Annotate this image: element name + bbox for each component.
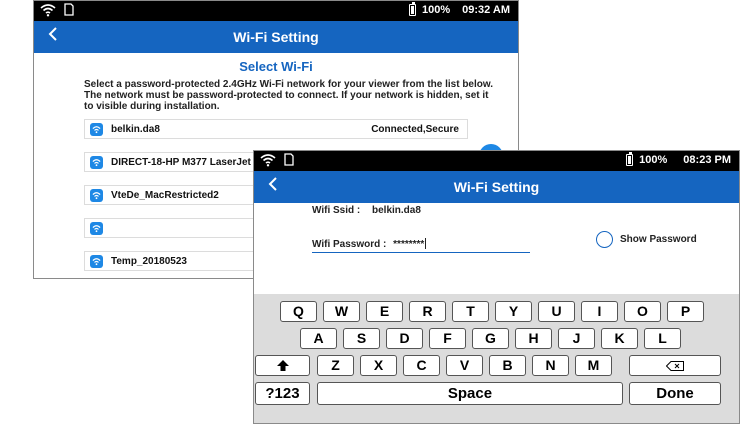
key-f[interactable]: F xyxy=(429,328,466,349)
key-y[interactable]: Y xyxy=(495,301,532,322)
password-underline xyxy=(312,252,530,253)
text-cursor xyxy=(425,238,427,249)
show-password-label[interactable]: Show Password xyxy=(620,234,697,245)
key-i[interactable]: I xyxy=(581,301,618,322)
key-j[interactable]: J xyxy=(558,328,595,349)
battery-icon xyxy=(626,152,634,166)
key-z[interactable]: Z xyxy=(317,355,354,376)
backspace-icon xyxy=(665,361,684,371)
ssid-label: Wifi Ssid : xyxy=(312,205,361,216)
onscreen-keyboard: Q W E R T Y U I O P A S D F G H J K L Z … xyxy=(254,294,739,423)
key-n[interactable]: N xyxy=(532,355,569,376)
wifi-password-screen: 100% 08:23 PM Wi-Fi Setting Wifi Ssid : … xyxy=(253,150,740,424)
key-v[interactable]: V xyxy=(446,355,483,376)
key-l[interactable]: L xyxy=(644,328,681,349)
clock: 08:23 PM xyxy=(683,154,731,166)
network-name: belkin.da8 xyxy=(111,124,160,135)
wifi-signal-icon xyxy=(260,153,276,170)
password-field[interactable]: Wifi Password : ******** xyxy=(312,238,427,250)
battery-icon xyxy=(408,2,416,16)
key-m[interactable]: M xyxy=(575,355,612,376)
key-b[interactable]: B xyxy=(489,355,526,376)
key-a[interactable]: A xyxy=(300,328,337,349)
show-password-radio[interactable] xyxy=(596,231,613,248)
wifi-icon xyxy=(90,255,103,268)
space-key[interactable]: Space xyxy=(317,382,623,405)
app-bar: Wi-Fi Setting xyxy=(254,171,739,203)
password-value: ******** xyxy=(393,239,425,250)
key-c[interactable]: C xyxy=(403,355,440,376)
key-u[interactable]: U xyxy=(538,301,575,322)
password-label: Wifi Password : xyxy=(312,239,387,250)
key-w[interactable]: W xyxy=(323,301,360,322)
key-r[interactable]: R xyxy=(409,301,446,322)
key-t[interactable]: T xyxy=(452,301,489,322)
status-bar: 100% 09:32 AM xyxy=(34,1,518,21)
backspace-key[interactable] xyxy=(629,355,721,376)
status-bar: 100% 08:23 PM xyxy=(254,151,739,171)
network-name: DIRECT-18-HP M377 LaserJet xyxy=(111,157,251,168)
instructions-text: Select a password-protected 2.4GHz Wi-Fi… xyxy=(84,79,494,112)
done-key[interactable]: Done xyxy=(629,382,721,405)
battery-percent: 100% xyxy=(421,4,451,16)
sd-card-icon xyxy=(64,3,74,19)
numbers-key[interactable]: ?123 xyxy=(255,382,310,405)
section-heading: Select Wi-Fi xyxy=(239,59,313,74)
wifi-icon xyxy=(90,222,103,235)
key-h[interactable]: H xyxy=(515,328,552,349)
wifi-icon xyxy=(90,156,103,169)
key-p[interactable]: P xyxy=(667,301,704,322)
wifi-icon xyxy=(90,189,103,202)
wifi-icon xyxy=(90,123,103,136)
key-x[interactable]: X xyxy=(360,355,397,376)
network-status: Connected,Secure xyxy=(371,124,459,135)
network-item[interactable]: belkin.da8 Connected,Secure xyxy=(84,119,468,139)
ssid-value: belkin.da8 xyxy=(372,205,421,216)
key-d[interactable]: D xyxy=(386,328,423,349)
key-k[interactable]: K xyxy=(601,328,638,349)
shift-arrow-icon xyxy=(276,360,289,371)
key-e[interactable]: E xyxy=(366,301,403,322)
sd-card-icon xyxy=(284,153,294,169)
key-o[interactable]: O xyxy=(624,301,661,322)
key-g[interactable]: G xyxy=(472,328,509,349)
page-title: Wi-Fi Setting xyxy=(453,179,540,195)
wifi-signal-icon xyxy=(40,3,56,20)
network-name: VteDe_MacRestricted2 xyxy=(111,190,219,201)
network-name: Temp_20180523 xyxy=(111,256,187,267)
page-title: Wi-Fi Setting xyxy=(233,29,319,45)
key-s[interactable]: S xyxy=(343,328,380,349)
battery-percent: 100% xyxy=(639,154,668,166)
shift-key[interactable] xyxy=(255,355,310,376)
clock: 09:32 AM xyxy=(462,4,510,16)
app-bar: Wi-Fi Setting xyxy=(34,21,518,53)
key-q[interactable]: Q xyxy=(280,301,317,322)
